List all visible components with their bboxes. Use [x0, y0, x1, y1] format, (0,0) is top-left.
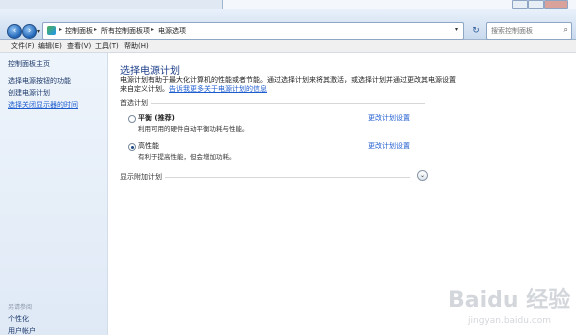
sidebar-item-home[interactable]: 控制面板主页	[8, 59, 50, 69]
menu-view[interactable]: 查看(V)	[67, 41, 91, 51]
plan-balanced-settings-link[interactable]: 更改计划设置	[368, 113, 410, 123]
menu-tools[interactable]: 工具(T)	[95, 41, 119, 51]
sidebar-item-personalization[interactable]: 个性化	[8, 314, 29, 324]
sidebar: 控制面板主页 选择电源按钮的功能 创建电源计划 选择关闭显示器的时间 另请参阅 …	[0, 53, 108, 335]
group-divider	[120, 103, 425, 104]
sidebar-item-power-button[interactable]: 选择电源按钮的功能	[8, 76, 71, 86]
sidebar-item-create-plan[interactable]: 创建电源计划	[8, 88, 50, 98]
refresh-icon[interactable]: ↻	[470, 25, 482, 37]
show-more-plans[interactable]: 显示附加计划 ⌄	[120, 170, 428, 182]
back-button[interactable]: ‹	[7, 24, 22, 39]
menu-edit[interactable]: 编辑(E)	[38, 41, 62, 51]
maximize-button[interactable]	[528, 0, 544, 9]
preferred-plans-group: 首选计划	[120, 98, 425, 108]
menu-bar: 文件(F) 编辑(E) 查看(V) 工具(T) 帮助(H)	[0, 40, 576, 53]
breadcrumb-power-options[interactable]: 电源选项	[158, 26, 186, 36]
search-box[interactable]: ⌕	[486, 22, 572, 40]
search-icon[interactable]: ⌕	[564, 25, 568, 35]
menu-file[interactable]: 文件(F)	[11, 41, 35, 51]
sidebar-item-display-off[interactable]: 选择关闭显示器的时间	[8, 100, 78, 110]
plan-high-performance-name[interactable]: 高性能	[138, 141, 159, 151]
plan-high-performance-settings-link[interactable]: 更改计划设置	[368, 141, 410, 151]
forward-button[interactable]: ›	[22, 24, 37, 39]
address-toolbar: ‹ › ▾ ▸ 控制面板 ▸ 所有控制面板项 ▸ 电源选项 ▾ ↻ ⌕	[0, 9, 576, 40]
search-input[interactable]	[491, 25, 557, 36]
recent-pages-dropdown[interactable]: ▾	[37, 28, 40, 35]
address-dropdown[interactable]: ▾	[455, 26, 458, 33]
plan-balanced-name[interactable]: 平衡 (推荐)	[138, 113, 175, 123]
plan-high-performance-desc: 有利于提高性能，但会增加功耗。	[138, 153, 236, 161]
baidu-watermark-logo: Baidu 经验 jingyan.baidu.com	[448, 287, 570, 326]
description-line-2: 来自定义计划。告诉我更多关于电源计划的信息	[120, 84, 267, 94]
breadcrumb-control-panel[interactable]: 控制面板	[65, 26, 93, 36]
plan-high-performance-radio[interactable]	[128, 143, 136, 151]
learn-more-link[interactable]: 告诉我更多关于电源计划的信息	[169, 85, 267, 93]
description-prefix: 来自定义计划。	[120, 85, 169, 93]
chevron-right-icon[interactable]: ▸	[59, 26, 62, 33]
minimize-button[interactable]	[512, 0, 528, 9]
plan-balanced-desc: 利用可用的硬件自动平衡功耗与性能。	[138, 125, 249, 133]
see-also-label: 另请参阅	[8, 304, 33, 311]
breadcrumb-all-items[interactable]: 所有控制面板项	[101, 26, 150, 36]
group-label: 首选计划	[120, 98, 151, 108]
close-button[interactable]	[544, 0, 568, 9]
control-panel-icon	[47, 26, 56, 35]
plan-balanced-radio[interactable]	[128, 115, 136, 123]
window-title-strip	[0, 0, 576, 9]
menu-help[interactable]: 帮助(H)	[124, 41, 149, 51]
watermark-text: Baidu 经验	[448, 287, 570, 313]
watermark-sub: jingyan.baidu.com	[467, 316, 551, 326]
chevron-right-icon[interactable]: ▸	[94, 26, 97, 33]
chevron-right-icon[interactable]: ▸	[151, 26, 154, 33]
expand-chevron-icon[interactable]: ⌄	[417, 170, 428, 181]
breadcrumb[interactable]: ▸ 控制面板 ▸ 所有控制面板项 ▸ 电源选项	[42, 22, 464, 40]
show-more-plans-label[interactable]: 显示附加计划	[120, 172, 165, 182]
